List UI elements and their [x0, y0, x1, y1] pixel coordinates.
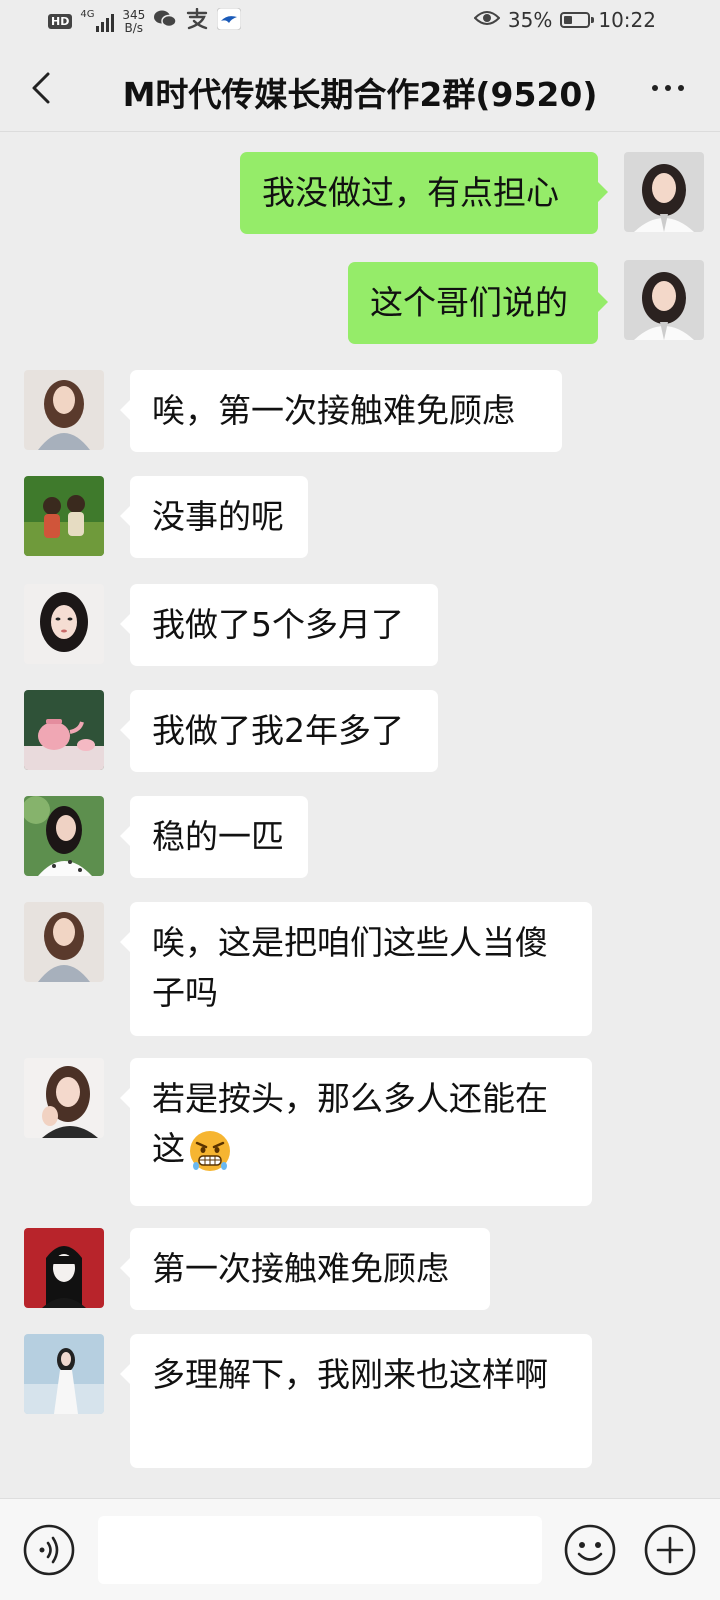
more-functions-button[interactable]	[643, 1523, 697, 1577]
clock: 10:22	[598, 8, 656, 32]
received-message-bubble[interactable]: 我做了5个多月了	[120, 584, 438, 666]
hd-badge: HD	[48, 14, 73, 29]
message-input[interactable]	[98, 1516, 542, 1584]
status-bar: HD 4G 345 B/s 35% 10:22	[0, 0, 720, 48]
sender-avatar[interactable]	[24, 796, 104, 876]
sent-message-bubble[interactable]: 我没做过，有点担心	[240, 152, 608, 234]
woman-portrait-avatar-icon	[624, 152, 704, 232]
plus-icon	[644, 1524, 696, 1576]
sender-avatar[interactable]	[24, 584, 104, 664]
anime-girl-red-avatar-icon	[24, 1228, 104, 1308]
chat-title: M时代传媒长期合作2群(9520)	[122, 75, 598, 114]
sender-avatar[interactable]	[24, 1058, 104, 1138]
received-message-bubble[interactable]: 稳的一匹	[120, 796, 308, 878]
wechat-icon	[153, 8, 177, 35]
my-avatar[interactable]	[624, 260, 704, 340]
network-speed-unit: B/s	[124, 20, 144, 35]
sender-avatar[interactable]	[24, 690, 104, 770]
my-avatar[interactable]	[624, 152, 704, 232]
woman-photo-avatar-icon	[24, 902, 104, 982]
input-bar	[0, 1498, 720, 1600]
pink-teapot-avatar-icon	[24, 690, 104, 770]
alipay-icon	[185, 7, 209, 35]
anime-children-avatar-icon	[24, 476, 104, 556]
received-message-bubble[interactable]: 没事的呢	[120, 476, 308, 558]
woman-photo-avatar-icon	[24, 370, 104, 450]
woman-hand-chin-avatar-icon	[24, 1058, 104, 1138]
grimacing-face-emoji-icon	[187, 1128, 233, 1174]
sent-message-bubble[interactable]: 这个哥们说的	[348, 262, 608, 344]
status-bar-left: HD 4G 345 B/s	[48, 7, 242, 35]
voice-button[interactable]	[22, 1523, 76, 1577]
received-message-bubble[interactable]: 唉，第一次接触难免顾虑	[120, 370, 562, 452]
network-speed: 345 B/s	[122, 7, 146, 35]
sender-avatar[interactable]	[24, 476, 104, 556]
sender-avatar[interactable]	[24, 370, 104, 450]
message-list[interactable]: 我没做过，有点担心 这个哥们说的 唉，第一次接触难免顾虑 没事的呢 我做了5个多…	[0, 132, 720, 1498]
status-bar-right: 35% 10:22	[473, 8, 656, 32]
network-speed-value: 345	[122, 7, 146, 22]
battery-icon	[560, 12, 595, 28]
chat-header: M时代传媒长期合作2群(9520)	[0, 48, 720, 132]
battery-percent: 35%	[507, 8, 553, 32]
received-message-bubble[interactable]: 若是按头，那么多人还能在这	[120, 1058, 592, 1206]
woman-portrait-avatar-icon	[624, 260, 704, 340]
sender-avatar[interactable]	[24, 902, 104, 982]
more-options-button[interactable]	[646, 68, 690, 108]
woman-outdoor-avatar-icon	[24, 796, 104, 876]
sender-avatar[interactable]	[24, 1228, 104, 1308]
woman-white-dress-avatar-icon	[24, 1334, 104, 1414]
network-type: 4G	[80, 8, 95, 20]
sender-avatar[interactable]	[24, 1334, 104, 1414]
signal-icon: 4G	[80, 8, 115, 34]
received-message-bubble[interactable]: 唉，这是把咱们这些人当傻子吗	[120, 902, 592, 1036]
received-message-bubble[interactable]: 多理解下，我刚来也这样啊	[120, 1334, 592, 1468]
emoji-button[interactable]	[563, 1523, 617, 1577]
eye-icon	[473, 8, 501, 32]
voice-icon	[23, 1524, 75, 1576]
woman-selfie-avatar-icon	[24, 584, 104, 664]
bird-app-icon	[216, 7, 242, 35]
received-message-bubble[interactable]: 第一次接触难免顾虑	[120, 1228, 490, 1310]
emoji-icon	[564, 1524, 616, 1576]
received-message-bubble[interactable]: 我做了我2年多了	[120, 690, 438, 772]
